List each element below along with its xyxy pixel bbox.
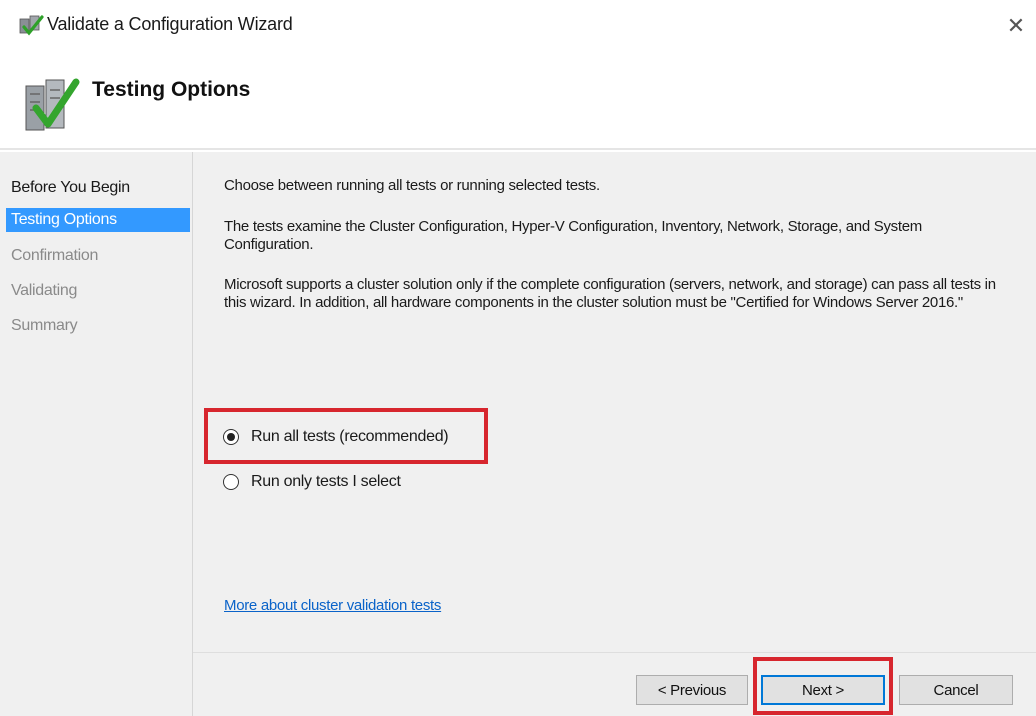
previous-button[interactable]: < Previous xyxy=(636,675,748,705)
wizard-header: Testing Options xyxy=(0,52,1036,152)
title-bar: Validate a Configuration Wizard ✕ xyxy=(0,0,1036,52)
close-icon[interactable]: ✕ xyxy=(996,10,1036,42)
validation-tests-link[interactable]: More about cluster validation tests xyxy=(224,597,441,614)
sidebar-item-summary: Summary xyxy=(11,317,78,334)
annotation-highlight-next xyxy=(753,657,893,715)
description-text: The tests examine the Cluster Configurat… xyxy=(224,218,922,253)
support-note-text: Microsoft supports a cluster solution on… xyxy=(224,276,996,311)
intro-text: Choose between running all tests or runn… xyxy=(224,177,600,194)
sidebar-item-testing-options: Testing Options xyxy=(6,208,190,232)
radio-button-unselected[interactable] xyxy=(223,474,239,490)
radio-label: Run only tests I select xyxy=(251,473,401,490)
wizard-steps-sidebar: Before You Begin Testing Options Confirm… xyxy=(0,152,192,716)
window-title: Validate a Configuration Wizard xyxy=(47,14,293,34)
main-content: Choose between running all tests or runn… xyxy=(193,152,1036,652)
radio-run-selected-tests[interactable]: Run only tests I select xyxy=(223,470,401,494)
checklist-check-icon xyxy=(25,78,80,131)
annotation-highlight-radio xyxy=(204,408,488,464)
sidebar-item-validating: Validating xyxy=(11,282,78,299)
header-divider xyxy=(0,148,1036,150)
cluster-wizard-icon xyxy=(19,15,44,36)
sidebar-item-before-you-begin: Before You Begin xyxy=(11,179,130,196)
cancel-button[interactable]: Cancel xyxy=(899,675,1013,705)
page-title: Testing Options xyxy=(92,78,251,101)
sidebar-item-confirmation: Confirmation xyxy=(11,247,99,264)
